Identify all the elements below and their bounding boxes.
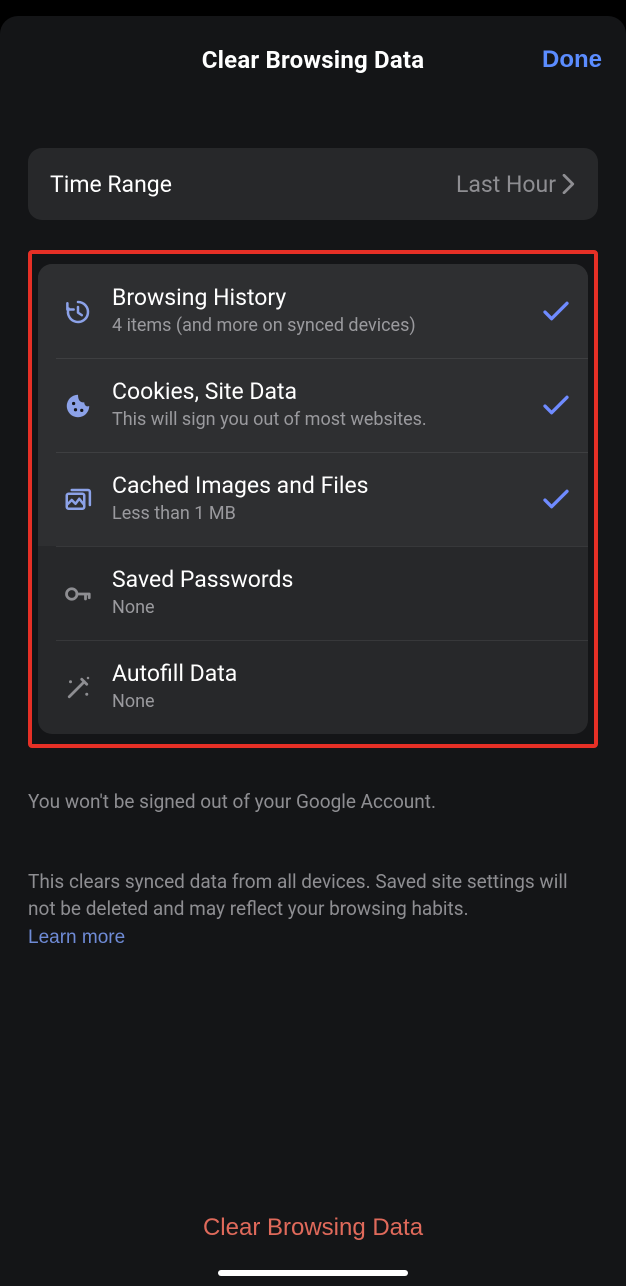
option-title: Browsing History	[112, 284, 526, 313]
option-title: Saved Passwords	[112, 566, 526, 595]
time-range-value-text: Last Hour	[456, 171, 556, 198]
option-subtitle: This will sign you out of most websites.	[112, 409, 526, 432]
option-subtitle: 4 items (and more on synced devices)	[112, 315, 526, 338]
checkmark-icon	[534, 300, 570, 322]
option-subtitle: None	[112, 597, 526, 620]
home-indicator[interactable]	[218, 1270, 408, 1276]
highlight-annotation: Browsing History4 items (and more on syn…	[28, 250, 598, 748]
option-row-cookie[interactable]: Cookies, Site DataThis will sign you out…	[38, 358, 588, 452]
checkmark-icon	[534, 488, 570, 510]
option-text: Cached Images and FilesLess than 1 MB	[100, 472, 534, 525]
option-subtitle: None	[112, 691, 526, 714]
option-title: Autofill Data	[112, 660, 526, 689]
footer-note-1: You won't be signed out of your Google A…	[28, 788, 598, 816]
option-row-wand[interactable]: Autofill DataNone	[38, 640, 588, 734]
content-area: Time Range Last Hour Browsing History4 i…	[0, 104, 626, 1286]
footer-note-2: This clears synced data from all devices…	[28, 868, 598, 951]
chevron-right-icon	[562, 174, 576, 194]
time-range-row[interactable]: Time Range Last Hour	[28, 148, 598, 220]
key-icon	[56, 577, 100, 609]
cookie-icon	[56, 389, 100, 421]
checkmark-icon	[534, 394, 570, 416]
history-icon	[56, 295, 100, 327]
time-range-label: Time Range	[50, 171, 172, 198]
footer-note-2-text: This clears synced data from all devices…	[28, 870, 568, 921]
option-title: Cookies, Site Data	[112, 378, 526, 407]
learn-more-link[interactable]: Learn more	[28, 927, 125, 949]
time-range-value: Last Hour	[456, 171, 576, 198]
option-text: Autofill DataNone	[100, 660, 534, 713]
page-title: Clear Browsing Data	[202, 46, 425, 74]
option-subtitle: Less than 1 MB	[112, 503, 526, 526]
option-text: Saved PasswordsNone	[100, 566, 534, 619]
option-text: Cookies, Site DataThis will sign you out…	[100, 378, 534, 431]
clear-browsing-data-button[interactable]: Clear Browsing Data	[28, 1194, 598, 1252]
option-row-history[interactable]: Browsing History4 items (and more on syn…	[38, 264, 588, 358]
option-row-images[interactable]: Cached Images and FilesLess than 1 MB	[38, 452, 588, 546]
sheet-header: Clear Browsing Data Done	[0, 16, 626, 104]
wand-icon	[56, 671, 100, 703]
images-icon	[56, 483, 100, 515]
clear-browsing-data-sheet: Clear Browsing Data Done Time Range Last…	[0, 16, 626, 1286]
done-button[interactable]: Done	[542, 46, 602, 74]
data-type-list: Browsing History4 items (and more on syn…	[38, 264, 588, 734]
option-text: Browsing History4 items (and more on syn…	[100, 284, 534, 337]
option-row-key[interactable]: Saved PasswordsNone	[38, 546, 588, 640]
spacer	[28, 950, 598, 1194]
option-title: Cached Images and Files	[112, 472, 526, 501]
